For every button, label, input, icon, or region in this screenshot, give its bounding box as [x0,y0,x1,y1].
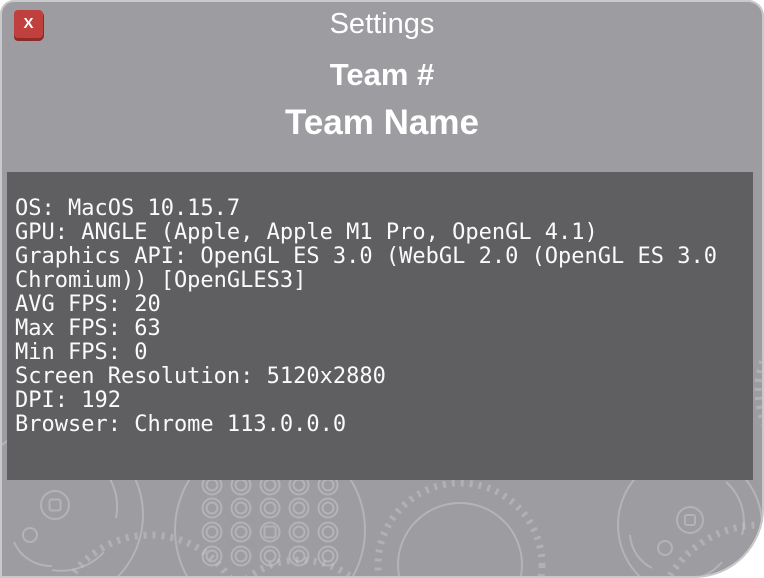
info-line: Screen Resolution: 5120x2880 [15,365,735,389]
system-info-panel: OS: MacOS 10.15.7GPU: ANGLE (Apple, Appl… [7,172,753,480]
settings-title: Settings [0,8,764,41]
team-number-label: Team # [0,57,764,93]
info-line: GPU: ANGLE (Apple, Apple M1 Pro, OpenGL … [15,221,735,245]
info-line: Browser: Chrome 113.0.0.0 [15,413,735,437]
info-line: DPI: 192 [15,389,735,413]
plate-holes [203,476,338,566]
team-name-label: Team Name [0,103,764,143]
info-line: OS: MacOS 10.15.7 [15,197,735,221]
info-line: AVG FPS: 20 [15,293,735,317]
info-line: Graphics API: OpenGL ES 3.0 (WebGL 2.0 (… [15,245,735,293]
info-line: Max FPS: 63 [15,317,735,341]
info-line: Min FPS: 0 [15,341,735,365]
settings-modal: X Settings Team # Team Name OS: MacOS 10… [0,0,764,578]
